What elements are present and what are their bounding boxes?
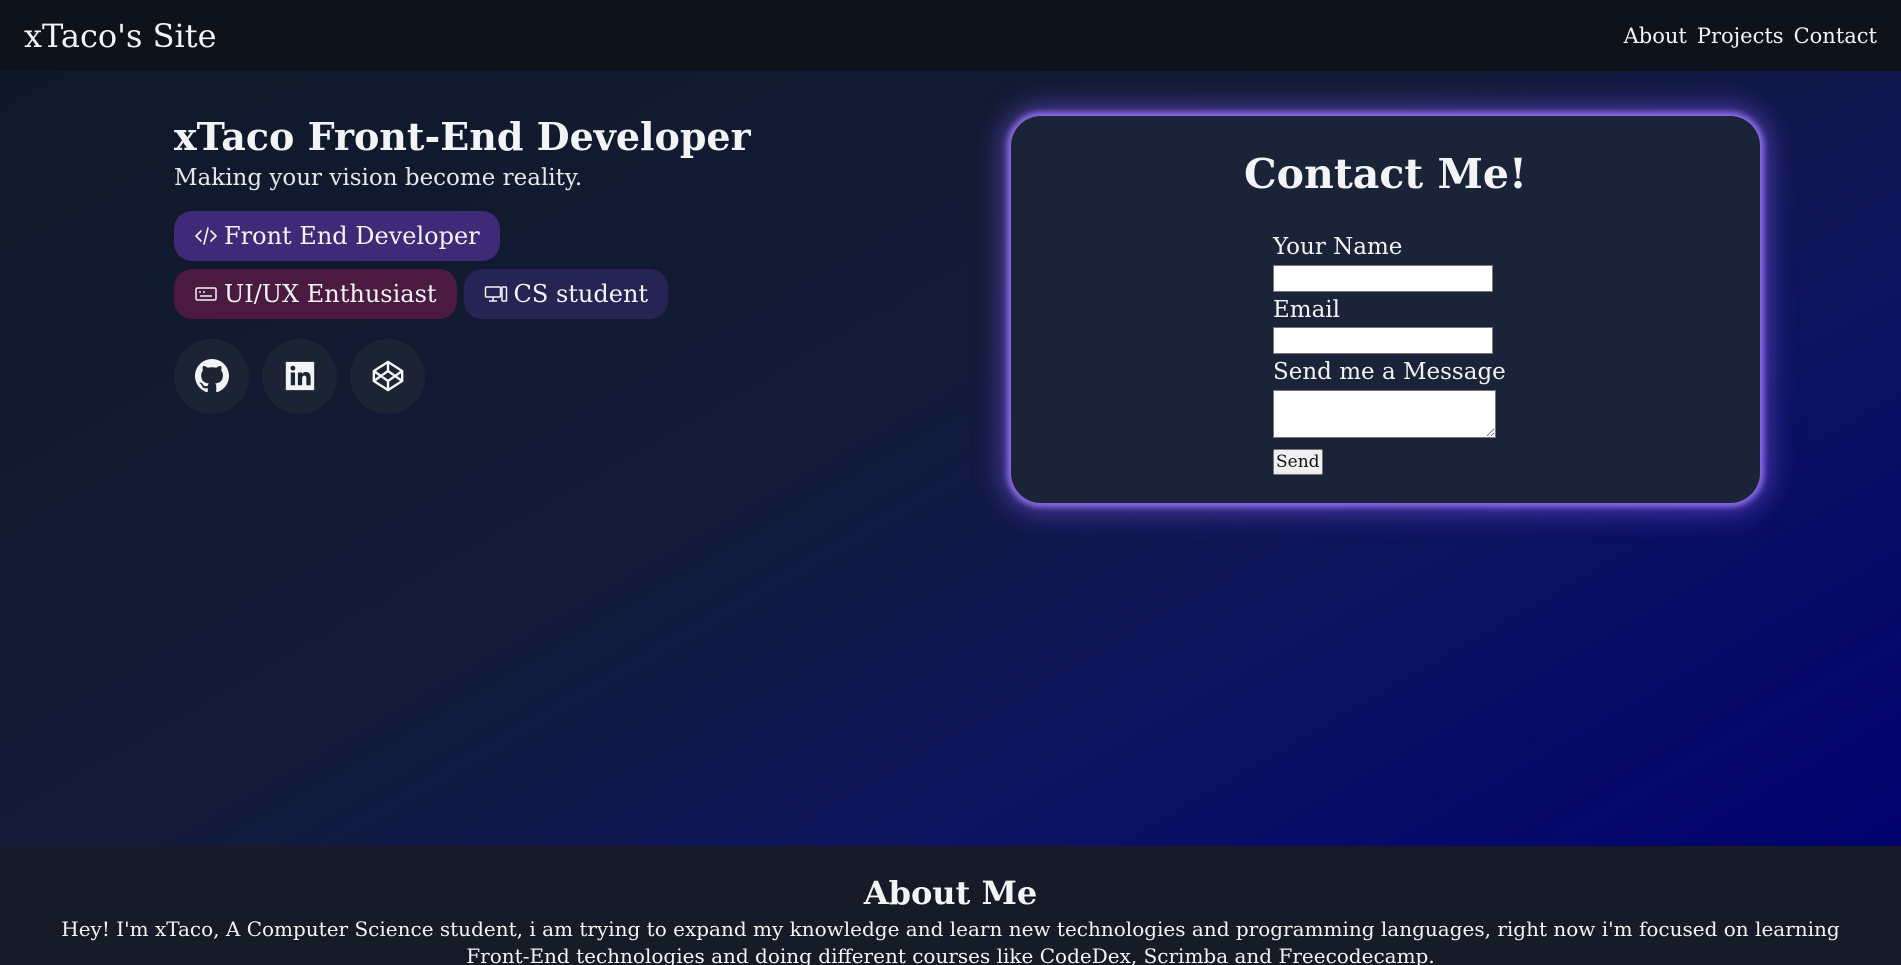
name-label: Your Name: [1273, 234, 1403, 260]
codepen-icon: [372, 360, 403, 392]
badge-label: UI/UX Enthusiast: [224, 279, 437, 308]
nav-link-contact[interactable]: Contact: [1794, 24, 1877, 48]
linkedin-link[interactable]: [262, 338, 337, 414]
role-badges: Front End Developer UI/UX Enthusiast CS …: [174, 210, 754, 319]
badge-front-end-developer: Front End Developer: [174, 210, 500, 261]
badge-cs-student: CS student: [463, 268, 669, 319]
keyboard-icon: [195, 286, 217, 301]
social-links: [174, 338, 814, 414]
name-input[interactable]: [1273, 264, 1493, 292]
nav-link-projects[interactable]: Projects: [1697, 24, 1784, 48]
message-textarea[interactable]: [1273, 389, 1496, 438]
intro: xTaco Front-End Developer Making your vi…: [174, 115, 814, 414]
site-title[interactable]: xTaco's Site: [24, 17, 217, 55]
navbar: xTaco's Site About Projects Contact: [0, 0, 1901, 71]
page-subtitle: Making your vision become reality.: [174, 164, 583, 191]
contact-title: Contact Me!: [1244, 150, 1527, 198]
about-section: About Me Hey! I'm xTaco, A Computer Scie…: [0, 846, 1901, 965]
code-icon: [195, 226, 217, 245]
contact-form: Your Name Email Send me a Message Send: [1273, 234, 1513, 475]
about-text: Hey! I'm xTaco, A Computer Science stude…: [61, 917, 1840, 965]
email-label: Email: [1273, 296, 1341, 323]
badge-label: Front End Developer: [224, 221, 480, 250]
contact-card: Contact Me! Your Name Email Send me a Me…: [1011, 116, 1760, 503]
about-title: About Me: [863, 874, 1038, 912]
nav-links: About Projects Contact: [1624, 24, 1877, 48]
badge-ui-ux-enthusiast: UI/UX Enthusiast: [174, 268, 457, 319]
hero-section: xTaco Front-End Developer Making your vi…: [0, 71, 1901, 846]
nav-link-about[interactable]: About: [1624, 24, 1687, 48]
page-title: xTaco Front-End Developer: [174, 114, 751, 159]
linkedin-icon: [285, 362, 314, 391]
message-label: Send me a Message: [1273, 359, 1506, 386]
computer-icon: [484, 285, 507, 302]
send-button[interactable]: Send: [1273, 448, 1323, 475]
github-link[interactable]: [174, 338, 249, 414]
codepen-link[interactable]: [350, 338, 425, 414]
badge-label: CS student: [513, 279, 649, 308]
email-input[interactable]: [1273, 327, 1493, 355]
github-icon: [194, 359, 229, 393]
